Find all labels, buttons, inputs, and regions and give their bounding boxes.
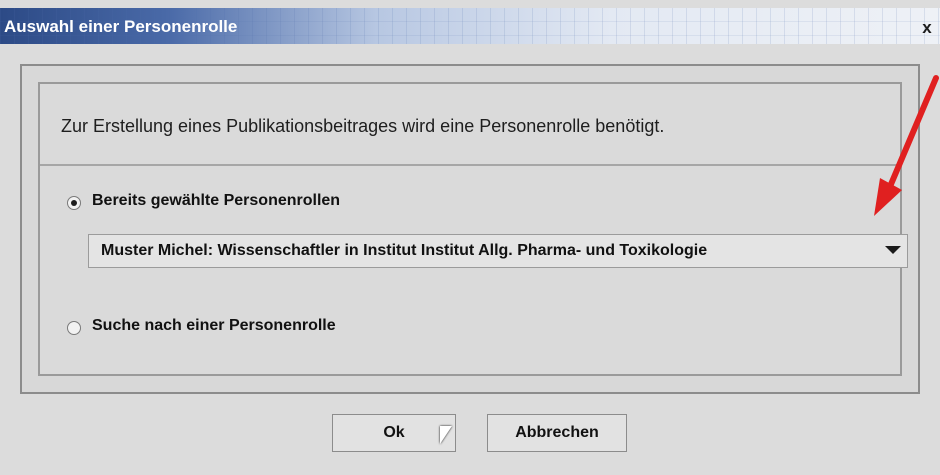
intro-text: Zur Erstellung eines Publikationsbeitrag… xyxy=(61,116,665,136)
content-panel: Zur Erstellung eines Publikationsbeitrag… xyxy=(38,82,908,376)
chevron-down-icon[interactable] xyxy=(885,246,901,254)
cancel-button[interactable]: Abbrechen xyxy=(487,414,627,452)
dialog-window: Auswahl einer Personenrolle x Zur Erstel… xyxy=(0,0,940,475)
radio-search-role[interactable] xyxy=(67,321,81,335)
radio-selected-dot xyxy=(71,200,77,206)
window-title: Auswahl einer Personenrolle xyxy=(4,17,238,36)
role-dropdown-value: Muster Michel: Wissenschaftler in Instit… xyxy=(101,242,708,259)
title-bar[interactable]: Auswahl einer Personenrolle x xyxy=(0,8,940,44)
role-dropdown[interactable]: Muster Michel: Wissenschaftler in Instit… xyxy=(88,234,908,268)
red-arrow-icon xyxy=(874,75,939,216)
close-button[interactable]: x xyxy=(918,19,936,37)
mouse-pointer-icon xyxy=(440,426,452,444)
radio-existing-roles-label[interactable]: Bereits gewählte Personenrollen xyxy=(92,192,340,210)
separator xyxy=(40,164,900,166)
dialog-frame: Zur Erstellung eines Publikationsbeitrag… xyxy=(20,64,920,394)
radio-search-role-label[interactable]: Suche nach einer Personenrolle xyxy=(92,317,336,335)
radio-existing-roles[interactable] xyxy=(67,196,81,210)
ok-button[interactable]: Ok xyxy=(332,414,456,452)
